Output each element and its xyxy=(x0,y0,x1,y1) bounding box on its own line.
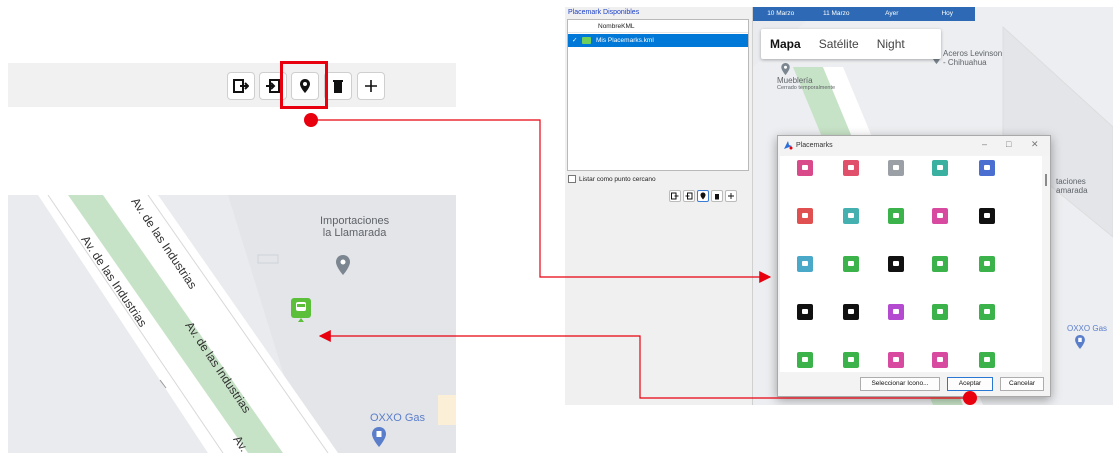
placemark-option-icon[interactable] xyxy=(888,304,904,320)
placemark-option-icon[interactable] xyxy=(888,256,904,272)
placemark-option-icon[interactable] xyxy=(843,208,859,224)
placemark-option-icon[interactable] xyxy=(888,352,904,368)
highlight-box xyxy=(280,61,328,109)
placemarks-dialog: Placemarks – □ ✕ Seleccionar Icono... Ac… xyxy=(777,135,1051,397)
placemark-option-icon[interactable] xyxy=(843,304,859,320)
placemark-option-icon[interactable] xyxy=(932,256,948,272)
app-screenshot: Aceros Levinson - Chihuahua Mueblería Ce… xyxy=(565,7,1113,405)
cancel-button[interactable]: Cancelar xyxy=(1000,377,1044,391)
plus-icon xyxy=(365,80,377,92)
trash-icon xyxy=(333,80,343,93)
poi-label-oxxo: OXXO Gas xyxy=(370,412,426,424)
kml-file-icon xyxy=(582,37,591,44)
placemark-toolbar xyxy=(669,190,737,202)
scrollbar[interactable] xyxy=(1042,156,1050,372)
export-icon xyxy=(233,79,249,93)
map-type-selector: Mapa Satélite Night xyxy=(761,29,941,59)
import-icon xyxy=(266,79,280,93)
placemark-option-icon[interactable] xyxy=(888,208,904,224)
placemark-marker[interactable] xyxy=(291,298,311,322)
gas-station-pin-icon[interactable] xyxy=(1075,335,1085,349)
add-placemark-button[interactable] xyxy=(697,190,709,202)
placemark-option-icon[interactable] xyxy=(979,208,995,224)
poi-label-edge: taciones amarada xyxy=(1056,177,1088,195)
export-button[interactable] xyxy=(227,72,255,100)
poi-sublabel-muebleria: Cerrado temporalmente xyxy=(777,85,836,91)
poi-label-aceros: Aceros Levinson - Chihuahua xyxy=(943,49,1003,67)
poi-label-muebleria: Mueblería xyxy=(777,76,813,85)
placemark-option-icon[interactable] xyxy=(932,352,948,368)
select-icon-button[interactable]: Seleccionar Icono... xyxy=(860,377,940,391)
date-tabs: 10 Marzo 11 Marzo Ayer Hoy xyxy=(753,7,975,21)
poi-pin-icon[interactable] xyxy=(781,63,790,75)
placemark-panel: Placemark Disponibles NombreKML ✓ Mis Pl… xyxy=(565,7,753,405)
date-tab[interactable]: Ayer xyxy=(864,7,920,21)
trash-icon xyxy=(715,194,719,200)
check-icon: ✓ xyxy=(572,37,578,44)
accept-button[interactable]: Aceptar xyxy=(947,377,993,391)
scrollbar-thumb[interactable] xyxy=(1045,174,1047,186)
placemark-option-icon[interactable] xyxy=(979,352,995,368)
app-logo-icon xyxy=(784,141,793,150)
add-button[interactable] xyxy=(725,190,737,202)
date-tab[interactable]: Hoy xyxy=(920,7,976,21)
placemark-option-icon[interactable] xyxy=(843,160,859,176)
map-type-mapa[interactable]: Mapa xyxy=(761,37,810,51)
date-tab[interactable]: 11 Marzo xyxy=(809,7,865,21)
placemark-option-icon[interactable] xyxy=(843,256,859,272)
placemark-option-icon[interactable] xyxy=(888,160,904,176)
icon-grid xyxy=(780,156,1042,372)
placemark-option-icon[interactable] xyxy=(932,160,948,176)
placemark-option-icon[interactable] xyxy=(979,256,995,272)
dialog-title: Placemarks xyxy=(796,141,833,149)
close-icon[interactable]: ✕ xyxy=(1031,139,1039,150)
maximize-icon[interactable]: □ xyxy=(1006,139,1011,149)
placemark-option-icon[interactable] xyxy=(797,256,813,272)
placemark-option-icon[interactable] xyxy=(797,352,813,368)
placemark-option-icon[interactable] xyxy=(979,160,995,176)
poi-label-importaciones: Importaciones la Llamarada xyxy=(320,215,390,239)
import-button[interactable] xyxy=(683,190,695,202)
placemark-option-icon[interactable] xyxy=(797,304,813,320)
zoomed-toolbar xyxy=(8,63,456,107)
delete-button[interactable] xyxy=(711,190,723,202)
nearby-checkbox[interactable] xyxy=(568,175,576,183)
placemark-option-icon[interactable] xyxy=(932,208,948,224)
placemark-option-icon[interactable] xyxy=(797,208,813,224)
kml-list: NombreKML ✓ Mis Placemarks.kml xyxy=(567,19,749,171)
nearby-checkbox-row[interactable]: Listar como punto cercano xyxy=(568,175,656,183)
placemark-option-icon[interactable] xyxy=(979,304,995,320)
list-header[interactable]: NombreKML xyxy=(568,20,748,33)
import-icon xyxy=(685,192,693,200)
export-button[interactable] xyxy=(669,190,681,202)
poi-label-oxxo: OXXO Gas xyxy=(1067,324,1108,333)
dialog-titlebar: Placemarks – □ ✕ xyxy=(778,136,1052,154)
plus-icon xyxy=(728,193,734,199)
placemark-option-icon[interactable] xyxy=(797,160,813,176)
list-item[interactable]: ✓ Mis Placemarks.kml xyxy=(568,34,748,47)
map-type-satelite[interactable]: Satélite xyxy=(810,37,868,51)
add-button[interactable] xyxy=(357,72,385,100)
placemark-option-icon[interactable] xyxy=(932,304,948,320)
date-tab[interactable]: 10 Marzo xyxy=(753,7,809,21)
export-icon xyxy=(671,192,679,200)
map-pin-icon xyxy=(700,192,706,200)
panel-header: Placemark Disponibles xyxy=(568,9,640,16)
bus-placemark-icon xyxy=(291,298,311,322)
poi-pin-icon[interactable] xyxy=(336,255,350,275)
placemark-option-icon[interactable] xyxy=(843,352,859,368)
list-item-label: Mis Placemarks.kml xyxy=(596,37,654,44)
minimize-icon[interactable]: – xyxy=(982,139,987,149)
delete-button[interactable] xyxy=(324,72,352,100)
nearby-checkbox-label: Listar como punto cercano xyxy=(579,175,656,183)
gas-station-pin-icon[interactable] xyxy=(372,427,386,447)
map-type-night[interactable]: Night xyxy=(868,37,914,51)
zoomed-map[interactable]: Av. de las Industrias Av. de las Industr… xyxy=(8,195,456,453)
